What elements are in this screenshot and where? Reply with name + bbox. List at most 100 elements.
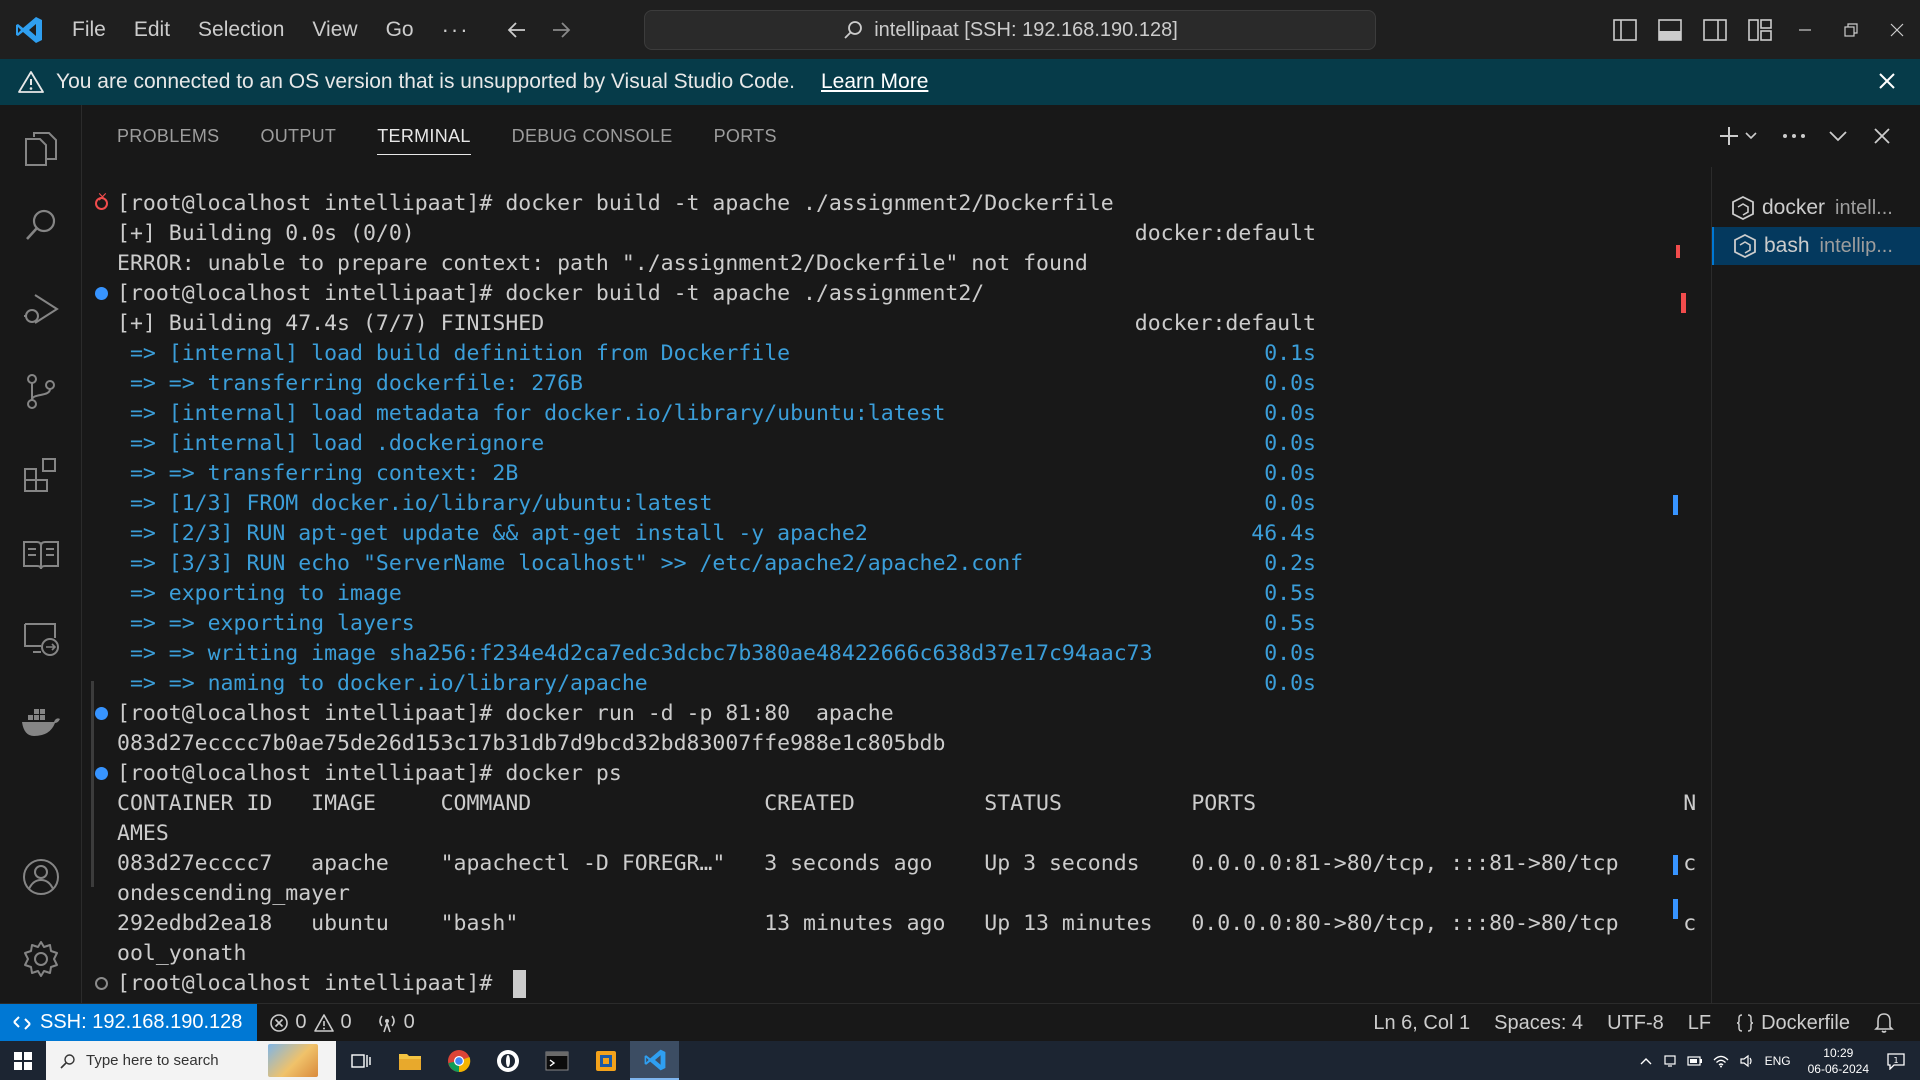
unsupported-os-banner: You are connected to an OS version that …: [0, 59, 1920, 105]
cursor-position[interactable]: Ln 6, Col 1: [1361, 1004, 1482, 1042]
menu-file[interactable]: File: [58, 10, 120, 50]
terminal-output[interactable]: [root@localhost intellipaat]# docker bui…: [83, 189, 1703, 1001]
banner-close-icon[interactable]: [1876, 70, 1898, 98]
tab-problems[interactable]: PROBLEMS: [117, 105, 219, 167]
chrome-icon[interactable]: [434, 1041, 483, 1080]
terminal-line: [root@localhost intellipaat]# docker ps: [117, 759, 622, 789]
terminal-line-text: [root@localhost intellipaat]# docker bui…: [117, 191, 1114, 216]
task-view-icon[interactable]: [336, 1041, 385, 1080]
close-window-icon[interactable]: [1874, 0, 1920, 59]
docker-icon[interactable]: [0, 687, 82, 759]
menu-selection[interactable]: Selection: [184, 10, 298, 50]
book-icon[interactable]: [0, 519, 82, 591]
back-arrow-icon[interactable]: [504, 17, 530, 43]
terminal-line-text: [root@localhost intellipaat]# docker run…: [117, 701, 894, 726]
terminal-line-text: => [3/3] RUN echo "ServerName localhost"…: [117, 551, 1024, 576]
command-success-decoration[interactable]: [95, 707, 108, 720]
remote-icon: [13, 1015, 31, 1030]
language-mode[interactable]: Dockerfile: [1723, 1004, 1862, 1042]
system-tray: ENG 10:29 06-06-2024 1: [1634, 1041, 1920, 1080]
customize-layout-icon[interactable]: [1737, 0, 1782, 59]
tab-debug-console[interactable]: DEBUG CONSOLE: [512, 105, 673, 167]
problems-status[interactable]: 0 0: [257, 1004, 363, 1042]
end-of-line[interactable]: LF: [1676, 1004, 1723, 1042]
terminal-line-text: => => transferring context: 2B: [117, 461, 519, 486]
toggle-secondary-sidebar-icon[interactable]: [1692, 0, 1737, 59]
forwarded-ports-status[interactable]: 0: [364, 1004, 427, 1042]
obs-app-icon[interactable]: [483, 1041, 532, 1080]
accounts-icon[interactable]: [0, 841, 82, 913]
menu-view[interactable]: View: [298, 10, 371, 50]
remote-explorer-icon[interactable]: [0, 603, 82, 675]
terminal-line-text: [root@localhost intellipaat]# docker ps: [117, 761, 622, 786]
svg-text:1: 1: [1893, 1056, 1898, 1065]
tray-device-icon[interactable]: [1658, 1054, 1682, 1068]
terminal-line-right-text: 0.0s: [1264, 371, 1316, 396]
indentation[interactable]: Spaces: 4: [1482, 1004, 1595, 1042]
close-panel-icon[interactable]: [1860, 113, 1904, 159]
activity-bar: [0, 105, 82, 1003]
toggle-primary-sidebar-icon[interactable]: [1602, 0, 1647, 59]
wifi-icon[interactable]: [1708, 1054, 1734, 1068]
terminal-line: ondescending_mayer: [117, 879, 350, 909]
learn-more-link[interactable]: Learn More: [821, 70, 928, 94]
toggle-panel-icon[interactable]: [1647, 0, 1692, 59]
tray-chevron-up-icon[interactable]: [1634, 1056, 1658, 1066]
run-debug-icon[interactable]: [0, 273, 82, 345]
terminal-line-text: [root@localhost intellipaat]# docker bui…: [117, 281, 985, 306]
explorer-icon[interactable]: [0, 113, 82, 185]
clock[interactable]: 10:29 06-06-2024: [1796, 1045, 1881, 1077]
minimize-icon[interactable]: [1782, 0, 1828, 59]
terminal-line-text: [+] Building 0.0s (0/0): [117, 221, 415, 246]
command-center[interactable]: intellipaat [SSH: 192.168.190.128]: [644, 10, 1376, 50]
more-actions-icon[interactable]: [1772, 113, 1816, 159]
new-terminal-icon[interactable]: [1718, 113, 1740, 159]
tab-output[interactable]: OUTPUT: [260, 105, 336, 167]
input-language[interactable]: ENG: [1760, 1054, 1796, 1068]
terminal-line-right-text: 0.0s: [1264, 401, 1316, 426]
terminal-line-text: => => transferring dockerfile: 276B: [117, 371, 583, 396]
volume-icon[interactable]: [1734, 1054, 1760, 1068]
encoding[interactable]: UTF-8: [1595, 1004, 1676, 1042]
command-marker: [1673, 855, 1678, 875]
warning-count: 0: [340, 1011, 352, 1033]
virtualbox-icon[interactable]: [581, 1041, 630, 1080]
search-view-icon[interactable]: [0, 189, 82, 261]
menu-go[interactable]: Go: [372, 10, 428, 50]
command-pending-decoration[interactable]: [95, 977, 108, 990]
restore-icon[interactable]: [1828, 0, 1874, 59]
command-success-decoration[interactable]: [95, 767, 108, 780]
forward-arrow-icon[interactable]: [548, 17, 574, 43]
terminal-scrollbar[interactable]: [1673, 245, 1689, 1005]
warning-icon: [18, 70, 44, 94]
terminal-line-text: => [2/3] RUN apt-get update && apt-get i…: [117, 521, 868, 546]
menu-edit[interactable]: Edit: [120, 10, 184, 50]
maximize-panel-chevron-icon[interactable]: [1816, 113, 1860, 159]
menu-more[interactable]: ···: [428, 10, 484, 50]
terminal-line-right-text: 0.5s: [1264, 611, 1316, 636]
source-control-icon[interactable]: [0, 355, 82, 427]
terminal-line: [root@localhost intellipaat]# docker run…: [117, 699, 894, 729]
terminal-line: => [3/3] RUN echo "ServerName localhost"…: [117, 549, 1316, 579]
settings-gear-icon[interactable]: [0, 923, 82, 995]
vscode-taskbar-icon[interactable]: [630, 1041, 679, 1080]
terminal-line: => => writing image sha256:f234e4d2ca7ed…: [117, 639, 1316, 669]
taskbar-search-box[interactable]: Type here to search: [46, 1041, 336, 1080]
notifications-bell-icon[interactable]: [1862, 1004, 1920, 1042]
terminal-line-right-text: 0.0s: [1264, 491, 1316, 516]
remote-indicator[interactable]: SSH: 192.168.190.128: [0, 1003, 258, 1042]
terminal-line: ool_yonath: [117, 939, 246, 969]
command-success-decoration[interactable]: [95, 287, 108, 300]
terminal-tab-bash[interactable]: bash intellip...: [1712, 227, 1920, 265]
command-failed-decoration[interactable]: [95, 190, 108, 210]
windows-start-icon[interactable]: [0, 1041, 46, 1080]
terminal-profile-chevron-icon[interactable]: [1740, 113, 1762, 159]
terminal-app-icon[interactable]: [532, 1041, 581, 1080]
file-explorer-icon[interactable]: [385, 1041, 434, 1080]
extensions-icon[interactable]: [0, 439, 82, 511]
terminal-tab-docker[interactable]: docker intell...: [1712, 189, 1920, 227]
battery-icon[interactable]: [1682, 1055, 1708, 1067]
tab-terminal[interactable]: TERMINAL: [377, 105, 472, 167]
tab-ports[interactable]: PORTS: [714, 105, 777, 167]
action-center-icon[interactable]: 1: [1881, 1052, 1920, 1070]
